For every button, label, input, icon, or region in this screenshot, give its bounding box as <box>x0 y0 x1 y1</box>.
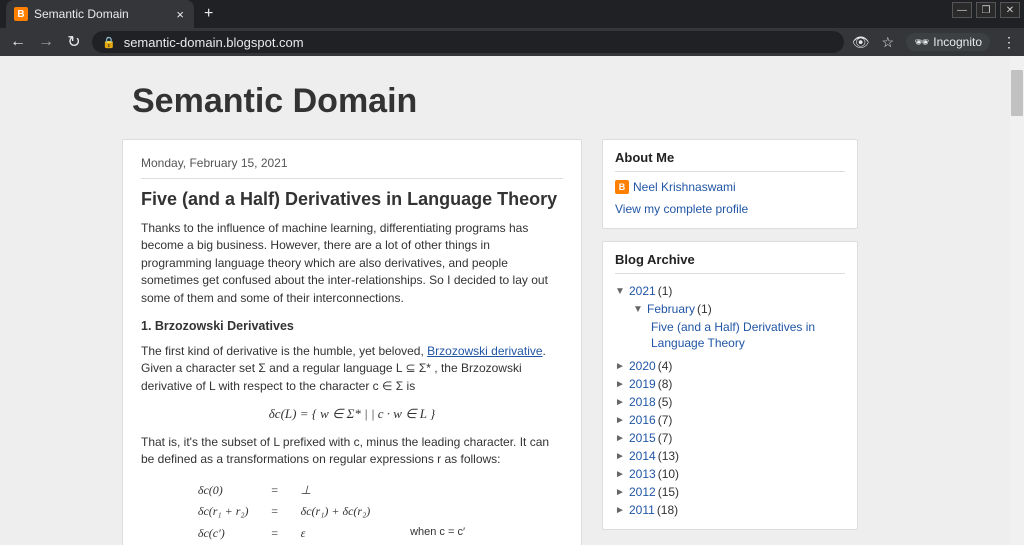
archive-year-open[interactable]: ▼ 2021 (1) <box>615 282 845 300</box>
blogger-favicon-icon: B <box>14 7 28 21</box>
incognito-badge[interactable]: 🕶 Incognito <box>906 33 990 51</box>
archive-month-open[interactable]: ▼ February (1) <box>633 300 845 318</box>
toolbar-right: 👁 ☆ 🕶 Incognito ⋮ <box>852 33 1016 51</box>
browser-chrome: B Semantic Domain × + — ❐ ✕ ← → ↻ 🔒 sema… <box>0 0 1024 56</box>
post-title[interactable]: Five (and a Half) Derivatives in Languag… <box>141 189 563 210</box>
content-wrap: Semantic Domain Monday, February 15, 202… <box>122 56 902 545</box>
window-controls: — ❐ ✕ <box>952 2 1020 18</box>
scrollbar-thumb[interactable] <box>1011 70 1023 116</box>
archive-year-closed[interactable]: ► 2020 (4) <box>615 357 845 375</box>
close-icon[interactable]: × <box>176 7 184 22</box>
profile-complete-link[interactable]: View my complete profile <box>615 202 748 216</box>
chevron-right-icon: ► <box>615 379 627 390</box>
archive-list: ▼ 2021 (1) ▼ February (1) Five (and a Ha… <box>615 282 845 519</box>
main-column: Monday, February 15, 2021 Five (and a Ha… <box>122 139 582 545</box>
archive-year-closed[interactable]: ► 2013 (10) <box>615 465 845 483</box>
chevron-right-icon: ► <box>615 433 627 444</box>
url-text: semantic-domain.blogspot.com <box>124 35 304 50</box>
menu-icon[interactable]: ⋮ <box>1002 34 1016 51</box>
post-paragraph: That is, it's the subset of L prefixed w… <box>141 434 563 469</box>
browser-tab[interactable]: B Semantic Domain × <box>6 0 194 28</box>
close-window-button[interactable]: ✕ <box>1000 2 1020 18</box>
archive-year-closed[interactable]: ► 2018 (5) <box>615 393 845 411</box>
eye-off-icon[interactable]: 👁 <box>852 34 870 51</box>
back-button[interactable]: ← <box>8 33 28 51</box>
chevron-down-icon: ▼ <box>615 286 627 297</box>
archive-year-closed[interactable]: ► 2015 (7) <box>615 429 845 447</box>
derivation-row: δc(r₁ + r₂)=δc(r₁) + δc(r₂) <box>188 502 516 521</box>
chevron-right-icon: ► <box>615 415 627 426</box>
site-title[interactable]: Semantic Domain <box>122 82 902 121</box>
post-paragraph: The first kind of derivative is the humb… <box>141 343 563 395</box>
derivation-row: δc(c′)=εwhen c = c′ <box>188 524 516 543</box>
incognito-icon: 🕶 <box>914 35 929 49</box>
bookmark-star-icon[interactable]: ☆ <box>882 34 895 51</box>
brzozowski-link[interactable]: Brzozowski derivative <box>427 344 542 358</box>
formula-display: δc(L) = { w ∈ Σ* | | c · w ∈ L } <box>141 405 563 424</box>
archive-year-closed[interactable]: ► 2019 (8) <box>615 375 845 393</box>
reload-button[interactable]: ↻ <box>64 32 84 52</box>
archive-box: Blog Archive ▼ 2021 (1) ▼ February (1) <box>602 241 858 530</box>
archive-year-closed[interactable]: ► 2014 (13) <box>615 447 845 465</box>
lock-icon: 🔒 <box>102 36 116 49</box>
post-intro: Thanks to the influence of machine learn… <box>141 220 563 307</box>
chevron-right-icon: ► <box>615 397 627 408</box>
address-bar: ← → ↻ 🔒 semantic-domain.blogspot.com 👁 ☆… <box>0 28 1024 56</box>
chevron-right-icon: ► <box>615 361 627 372</box>
section-heading: 1. Brzozowski Derivatives <box>141 317 563 335</box>
profile-name-link[interactable]: Neel Krishnaswami <box>633 180 736 194</box>
archive-year-closed[interactable]: ► 2012 (15) <box>615 483 845 501</box>
blogger-icon: B <box>615 180 629 194</box>
post-date: Monday, February 15, 2021 <box>141 156 563 179</box>
columns: Monday, February 15, 2021 Five (and a Ha… <box>122 139 902 545</box>
sidebar: About Me B Neel Krishnaswami View my com… <box>602 139 858 545</box>
derivation-table: δc(0)=⊥ δc(r₁ + r₂)=δc(r₁) + δc(r₂) δc(c′)… <box>186 479 518 545</box>
derivation-row: δc(0)=⊥ <box>188 481 516 500</box>
post-body: Thanks to the influence of machine learn… <box>141 220 563 545</box>
archive-post-link[interactable]: Five (and a Half) Derivatives in Languag… <box>651 318 845 357</box>
chevron-down-icon: ▼ <box>633 304 645 315</box>
maximize-button[interactable]: ❐ <box>976 2 996 18</box>
chevron-right-icon: ► <box>615 451 627 462</box>
minimize-button[interactable]: — <box>952 2 972 18</box>
new-tab-button[interactable]: + <box>204 5 213 23</box>
page-viewport: Semantic Domain Monday, February 15, 202… <box>0 56 1024 545</box>
chevron-right-icon: ► <box>615 505 627 516</box>
incognito-label: Incognito <box>933 35 982 49</box>
archive-year-closed[interactable]: ► 2011 (18) <box>615 501 845 519</box>
url-input[interactable]: 🔒 semantic-domain.blogspot.com <box>92 31 844 53</box>
tab-bar: B Semantic Domain × + — ❐ ✕ <box>0 0 1024 28</box>
tab-title: Semantic Domain <box>34 7 170 21</box>
forward-button[interactable]: → <box>36 33 56 51</box>
about-heading: About Me <box>615 150 845 172</box>
profile-name-row: B Neel Krishnaswami <box>615 180 845 194</box>
chevron-right-icon: ► <box>615 487 627 498</box>
about-box: About Me B Neel Krishnaswami View my com… <box>602 139 858 229</box>
chevron-right-icon: ► <box>615 469 627 480</box>
archive-heading: Blog Archive <box>615 252 845 274</box>
scrollbar-track[interactable] <box>1010 56 1024 545</box>
archive-year-closed[interactable]: ► 2016 (7) <box>615 411 845 429</box>
